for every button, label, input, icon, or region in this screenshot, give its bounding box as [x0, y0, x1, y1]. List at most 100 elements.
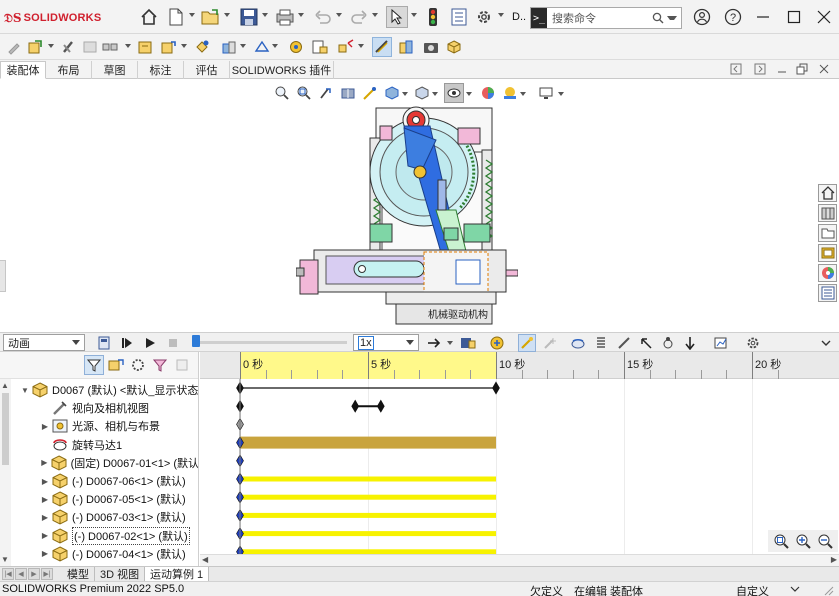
play-icon[interactable]: [141, 334, 159, 352]
animation-wizard-icon[interactable]: [488, 334, 506, 352]
timeline-horizontal-scrollbar[interactable]: ◀ ▶: [200, 554, 839, 566]
tree-item[interactable]: 旋转马达1: [0, 436, 198, 454]
force-icon[interactable]: [637, 334, 655, 352]
tree-item[interactable]: ▶ (-) D0067-03<1> (默认): [0, 508, 198, 526]
home-icon[interactable]: [138, 6, 160, 28]
instant3d-icon[interactable]: [372, 37, 392, 57]
insert-component-icon[interactable]: [26, 37, 46, 57]
move-component-icon[interactable]: [158, 37, 178, 57]
edit-component-icon[interactable]: [4, 37, 24, 57]
update-speedpak-icon[interactable]: [396, 37, 416, 57]
tree-expander-icon[interactable]: ▶: [40, 549, 50, 558]
exploded-view-dropdown-icon[interactable]: [358, 44, 364, 48]
contact-icon[interactable]: [659, 334, 677, 352]
bill-of-materials-icon[interactable]: [310, 37, 330, 57]
zoom-to-fit-timeline-icon[interactable]: [772, 532, 790, 550]
assembly-model-view[interactable]: 机械驱动机构: [296, 100, 518, 326]
view-settings-dropdown-icon[interactable]: [558, 92, 564, 96]
tab-assembly[interactable]: 装配体: [0, 61, 46, 79]
playback-slider-track[interactable]: [195, 341, 347, 344]
appearances-scenes-icon[interactable]: [818, 264, 837, 282]
zoom-in-timeline-icon[interactable]: [794, 532, 812, 550]
take-snapshot-icon[interactable]: [421, 37, 441, 57]
timeline-scroll-right-icon[interactable]: ▶: [831, 555, 837, 564]
panel-expand-icon[interactable]: [754, 63, 768, 75]
save-icon[interactable]: [238, 6, 260, 28]
results-and-plots-icon[interactable]: [713, 334, 731, 352]
play-from-start-icon[interactable]: [118, 334, 136, 352]
zoom-out-timeline-icon[interactable]: [816, 532, 834, 550]
options-gear-icon[interactable]: [473, 6, 495, 28]
tree-expander-icon[interactable]: ▶: [40, 513, 50, 522]
tab-sketch[interactable]: 草图: [92, 61, 138, 79]
playback-mode-normal-icon[interactable]: [425, 334, 443, 352]
filter-driving-icon[interactable]: [106, 355, 126, 375]
file-properties-icon[interactable]: [448, 6, 470, 28]
pattern-dropdown-icon[interactable]: [125, 44, 131, 48]
display-style-dropdown-icon[interactable]: [432, 92, 438, 96]
solidworks-logo[interactable]: 𝔇S SOLIDWORKS: [4, 9, 101, 27]
select-arrow-icon[interactable]: [386, 6, 408, 28]
status-units[interactable]: 自定义: [736, 583, 769, 596]
add-update-key-icon[interactable]: [541, 334, 559, 352]
document-name[interactable]: D..: [512, 11, 526, 23]
custom-properties-icon[interactable]: [818, 284, 837, 302]
insert-component-dropdown-icon[interactable]: [48, 44, 54, 48]
tree-item[interactable]: ▶ (固定) D0067-01<1> (默认: [0, 454, 198, 472]
end-key[interactable]: [492, 381, 500, 395]
filter-disabled-icon[interactable]: [172, 355, 192, 375]
prev-tab-icon[interactable]: ◀: [15, 568, 27, 580]
solidworks-resources-icon[interactable]: [818, 184, 837, 202]
smart-fasteners-icon[interactable]: [136, 37, 156, 57]
tab-model[interactable]: 模型: [62, 567, 95, 581]
options-dropdown-icon[interactable]: [498, 13, 504, 17]
tree-item[interactable]: ▶ (-) D0067-02<1> (默认): [0, 526, 198, 545]
part-change-bar[interactable]: [240, 512, 496, 518]
tab-solidworks-addins[interactable]: SOLIDWORKS 插件: [230, 61, 334, 79]
tree-expander-icon[interactable]: ▶: [40, 458, 49, 467]
motor-change-bar[interactable]: [240, 436, 496, 449]
status-units-dropdown-icon[interactable]: [790, 584, 802, 595]
search-commands-input[interactable]: >_ 搜索命令: [530, 7, 682, 29]
feature-manager-flyout-handle[interactable]: [0, 260, 6, 292]
panel-collapse-icon[interactable]: [730, 63, 744, 75]
view-key[interactable]: [351, 399, 360, 413]
first-tab-icon[interactable]: |◀: [2, 568, 14, 580]
tree-item[interactable]: 视向及相机视图: [0, 399, 198, 417]
tab-motion-study-1[interactable]: 运动算例 1: [145, 567, 210, 581]
undo-dropdown-icon[interactable]: [336, 13, 342, 17]
file-explorer-icon[interactable]: [818, 224, 837, 242]
damper-icon[interactable]: [615, 334, 633, 352]
show-hidden-icon[interactable]: [192, 37, 212, 57]
tree-expander-icon[interactable]: ▶: [40, 477, 50, 486]
tree-expander-icon[interactable]: ▶: [40, 422, 50, 431]
search-dropdown-icon[interactable]: [667, 16, 677, 20]
filter-results-icon[interactable]: [150, 355, 170, 375]
new-motion-study-icon[interactable]: [286, 37, 306, 57]
view-key[interactable]: [376, 399, 385, 413]
select-dropdown-icon[interactable]: [411, 13, 417, 17]
tree-item[interactable]: ▶ (-) D0067-05<1> (默认): [0, 490, 198, 508]
linear-pattern-icon[interactable]: [100, 37, 120, 57]
spring-icon[interactable]: [592, 334, 610, 352]
tree-expander-icon[interactable]: ▼: [20, 386, 30, 395]
hide-show-dropdown-icon[interactable]: [466, 92, 472, 96]
open-dropdown-icon[interactable]: [224, 13, 230, 17]
print-icon[interactable]: [274, 6, 296, 28]
reference-geometry-dropdown-icon[interactable]: [272, 44, 278, 48]
open-icon[interactable]: [200, 6, 222, 28]
apply-scene-dropdown-icon[interactable]: [520, 92, 526, 96]
save-animation-icon[interactable]: [459, 334, 477, 352]
part-change-bar[interactable]: [240, 494, 496, 500]
stop-icon[interactable]: [164, 334, 182, 352]
tree-expander-icon[interactable]: ▶: [40, 495, 50, 504]
doc-restore-icon[interactable]: [796, 63, 810, 75]
view-orientation-dropdown-icon[interactable]: [402, 92, 408, 96]
rebuild-traffic-light-icon[interactable]: [422, 6, 444, 28]
assembly-features-dropdown-icon[interactable]: [240, 44, 246, 48]
timeline-scroll-left-icon[interactable]: ◀: [202, 555, 208, 564]
close-icon[interactable]: [810, 6, 838, 28]
print-dropdown-icon[interactable]: [298, 13, 304, 17]
tree-item[interactable]: ▶ (-) D0067-06<1> (默认): [0, 472, 198, 490]
new-document-dropdown-icon[interactable]: [189, 13, 195, 17]
